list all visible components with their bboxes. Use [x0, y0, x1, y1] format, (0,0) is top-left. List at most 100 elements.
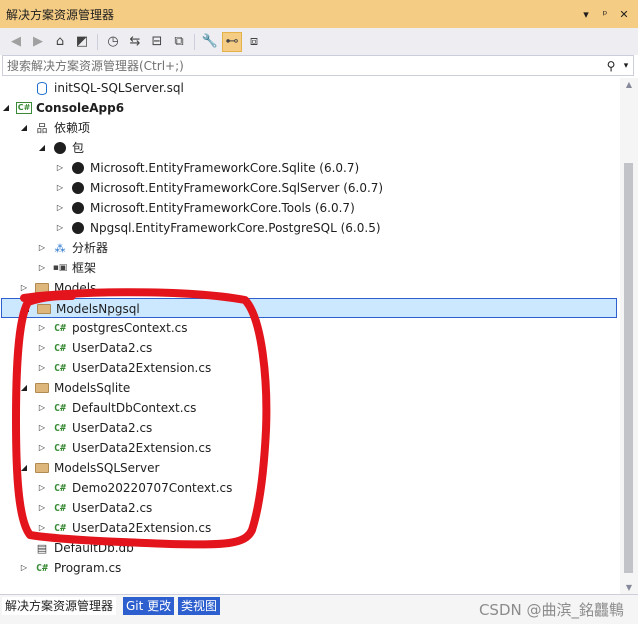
tree-item[interactable]: ▷ C# UserData2.cs [0, 498, 618, 518]
window-dropdown-icon[interactable]: ▾ [578, 8, 594, 21]
csharp-file-icon: C# [34, 560, 50, 576]
tree-item[interactable]: ▷ Microsoft.EntityFrameworkCore.Tools (6.… [0, 198, 618, 218]
folder-icon-glyph [37, 304, 51, 314]
pin-icon[interactable]: ᵖ [597, 8, 613, 21]
tree-item[interactable]: ▷ C# UserData2.cs [0, 338, 618, 358]
tree-item[interactable]: ▷ Npgsql.EntityFrameworkCore.PostgreSQL (… [0, 218, 618, 238]
expanded-arrow-icon[interactable]: ◢ [18, 122, 30, 134]
analyzer-icon-glyph: ⁂ [54, 241, 66, 255]
close-icon[interactable]: ✕ [616, 8, 632, 21]
tab-git-changes[interactable]: Git 更改 [123, 597, 175, 615]
collapsed-arrow-icon[interactable]: ▷ [36, 422, 48, 434]
tree-item[interactable]: ▷ Microsoft.EntityFrameworkCore.Sqlite (6… [0, 158, 618, 178]
collapsed-arrow-icon[interactable]: ▷ [18, 562, 30, 574]
csharp-project-icon-glyph: C# [15, 102, 33, 114]
tree-item[interactable]: ▷ C# postgresContext.cs [0, 318, 618, 338]
tree-item[interactable]: ▷ Microsoft.EntityFrameworkCore.SqlServer… [0, 178, 618, 198]
tree-item[interactable]: ◢ 包 [0, 138, 618, 158]
collapse-all-icon[interactable]: ⊟ [147, 32, 167, 52]
collapsed-arrow-icon[interactable]: ▷ [36, 442, 48, 454]
tree-item[interactable]: ▤ DefaultDb.db [0, 538, 618, 558]
search-icon[interactable]: ⚲ [603, 59, 619, 73]
tree-item[interactable]: ▷ Models [0, 278, 618, 298]
folder-icon-glyph [35, 283, 49, 293]
collapsed-arrow-icon[interactable]: ▷ [36, 522, 48, 534]
preview-icon[interactable]: ⊷ [222, 31, 242, 52]
csharp-file-icon: C# [52, 340, 68, 356]
tree-item-label: DefaultDbContext.cs [72, 401, 197, 415]
tree-item[interactable]: ▷ C# Demo20220707Context.cs [0, 478, 618, 498]
forward-icon[interactable]: ▶ [28, 32, 48, 52]
show-all-files-icon[interactable]: ⧉ [169, 32, 189, 52]
tree-item[interactable]: ▷ C# DefaultDbContext.cs [0, 398, 618, 418]
tree-item[interactable]: ◢ C# ConsoleApp6 [0, 98, 618, 118]
tree-item-label: 框架 [72, 261, 97, 275]
collapsed-arrow-icon[interactable]: ▷ [36, 342, 48, 354]
expanded-arrow-icon[interactable]: ◢ [0, 102, 12, 114]
tree-item[interactable]: ◢ ModelsNpgsql [1, 298, 617, 318]
collapsed-arrow-icon[interactable]: ▷ [54, 162, 66, 174]
search-options-dropdown-icon[interactable]: ▾ [619, 61, 633, 71]
collapsed-arrow-icon[interactable]: ▷ [18, 282, 30, 294]
tree-item[interactable]: ▷ ⁂ 分析器 [0, 238, 618, 258]
back-icon[interactable]: ◀ [6, 32, 26, 52]
diagram-icon[interactable]: ⧈ [244, 32, 264, 52]
collapsed-arrow-icon[interactable]: ▷ [36, 502, 48, 514]
scrollbar-thumb[interactable] [624, 163, 633, 573]
csharp-file-icon: C# [52, 520, 68, 536]
tree-item[interactable]: ▷ C# UserData2.cs [0, 418, 618, 438]
collapsed-arrow-icon[interactable]: ▷ [54, 182, 66, 194]
tree-item-label: Npgsql.EntityFrameworkCore.PostgreSQL (6… [90, 221, 381, 235]
sync-icon[interactable]: ⇆ [125, 32, 145, 52]
tree-item[interactable]: ◢ ModelsSqlite [0, 378, 618, 398]
vs-switch-icon[interactable]: ◩ [72, 32, 92, 52]
collapsed-arrow-icon[interactable]: ▷ [36, 482, 48, 494]
expanded-arrow-icon[interactable]: ◢ [18, 462, 30, 474]
expanded-arrow-icon[interactable]: ◢ [18, 382, 30, 394]
search-input[interactable]: 搜索解决方案资源管理器(Ctrl+;) [3, 57, 603, 74]
tree-item[interactable]: ▷ C# UserData2Extension.cs [0, 518, 618, 538]
collapsed-arrow-icon[interactable]: ▷ [36, 362, 48, 374]
folder-icon [36, 301, 52, 317]
expanded-arrow-icon[interactable]: ◢ [20, 303, 32, 315]
collapsed-arrow-icon[interactable]: ▷ [36, 402, 48, 414]
csharp-file-icon-glyph: C# [53, 442, 67, 454]
history-icon[interactable]: ◷ [103, 32, 123, 52]
folder-icon [34, 280, 50, 296]
bottom-tab-bar: 解决方案资源管理器 Git 更改 类视图 CSDN @曲滨_銘龘鶽 [0, 594, 638, 624]
properties-icon[interactable]: 🔧 [200, 32, 220, 52]
solution-tree: initSQL-SQLServer.sql ◢ C# ConsoleApp6 ◢ 品依赖项… [0, 78, 618, 594]
tree-item[interactable]: ▷ C# UserData2Extension.cs [0, 438, 618, 458]
package-icon [52, 140, 68, 156]
expanded-arrow-icon[interactable]: ◢ [36, 142, 48, 154]
csharp-file-icon: C# [52, 320, 68, 336]
csharp-file-icon: C# [52, 480, 68, 496]
collapsed-arrow-icon[interactable]: ▷ [36, 242, 48, 254]
search-box[interactable]: 搜索解决方案资源管理器(Ctrl+;) ⚲ ▾ [2, 55, 634, 76]
collapsed-arrow-icon[interactable]: ▷ [54, 222, 66, 234]
tree-item-label: UserData2.cs [72, 501, 153, 515]
collapsed-arrow-icon[interactable]: ▷ [54, 202, 66, 214]
package-icon-glyph [72, 162, 84, 174]
csharp-file-icon-glyph: C# [53, 422, 67, 434]
tab-class-view[interactable]: 类视图 [178, 597, 221, 615]
tree-item-label: Models [54, 281, 97, 295]
vertical-scrollbar[interactable]: ▲ ▼ [620, 78, 638, 594]
db-file-icon-glyph: ▤ [36, 541, 48, 555]
tree-item[interactable]: ▷ C# UserData2Extension.cs [0, 358, 618, 378]
tree-item-label: ModelsSQLServer [54, 461, 160, 475]
scroll-up-icon[interactable]: ▲ [620, 80, 638, 89]
tab-solution-explorer[interactable]: 解决方案资源管理器 [2, 597, 117, 615]
tree-item[interactable]: initSQL-SQLServer.sql [0, 78, 618, 98]
scroll-down-icon[interactable]: ▼ [620, 583, 638, 592]
tree-item[interactable]: ◢ ModelsSQLServer [0, 458, 618, 478]
home-icon[interactable]: ⌂ [50, 32, 70, 52]
tree-item[interactable]: ◢ 品依赖项 [0, 118, 618, 138]
collapsed-arrow-icon[interactable]: ▷ [36, 262, 48, 274]
tree-item[interactable]: ▷ C# Program.cs [0, 558, 618, 578]
collapsed-arrow-icon[interactable]: ▷ [36, 322, 48, 334]
package-icon [70, 180, 86, 196]
tree-item[interactable]: ▷ ▪▣ 框架 [0, 258, 618, 278]
package-icon-glyph [72, 202, 84, 214]
tree-item-label: Microsoft.EntityFrameworkCore.Sqlite (6.… [90, 161, 360, 175]
